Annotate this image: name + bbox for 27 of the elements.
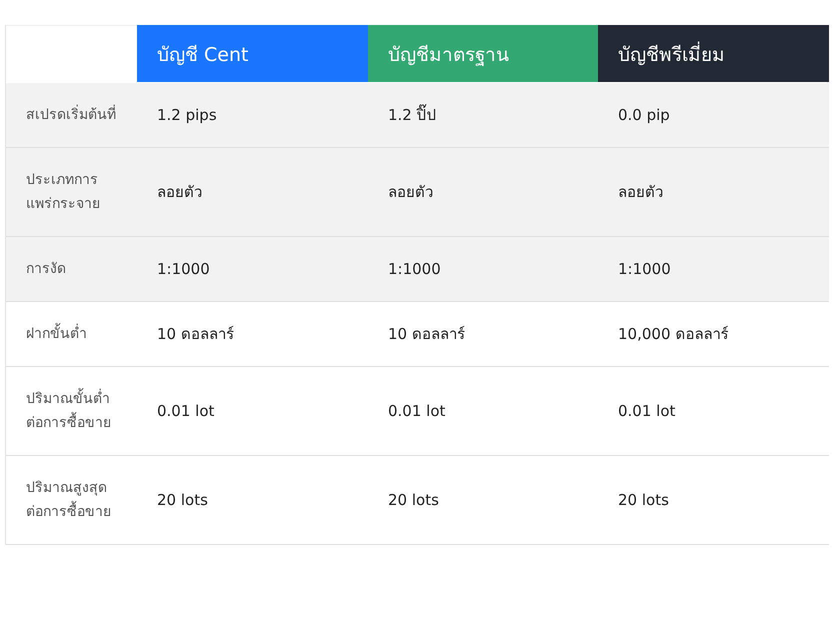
table-cell-text: 20 lots [156, 490, 209, 511]
row-label: ปริมาณสูงสุดต่อการซื้อขาย [25, 479, 112, 522]
column-header: บัญชี Cent [137, 25, 368, 82]
table-cell-text: 20 lots [387, 490, 440, 511]
table-cell-text: 0.01 lot [387, 401, 446, 422]
table-cell-text: 0.01 lot [156, 401, 216, 422]
row-label: ประเภทการแพร่กระจาย [25, 171, 101, 214]
table-cell-text: 0.01 lot [617, 401, 676, 422]
table-cell-text: 1:1000 [387, 259, 442, 280]
row-label: ฝากขั้นต่ำ [6, 302, 137, 366]
row-label: การงัด [25, 260, 67, 279]
row-label: สเปรดเริ่มต้นที่ [6, 83, 137, 147]
table-cell-text: ลอยตัว [387, 182, 434, 203]
table-cell-text: ลอยตัว [156, 182, 203, 203]
table-cell-text: 10 ดอลลาร์ [156, 324, 235, 345]
column-header: บัญชีพรีเมี่ยม [598, 25, 829, 82]
column-header: บัญชีมาตรฐาน [368, 25, 598, 82]
table-cell-text: 1.2 pips [156, 105, 218, 126]
table-cell-text: 1.2 ปิ๊ป [387, 103, 438, 126]
row-label: ปริมาณขั้นต่ำต่อการซื้อขาย [6, 367, 137, 455]
table-cell-text: 0.0 pip [617, 105, 671, 126]
table-cell-text: 1:1000 [617, 259, 672, 280]
table-cell-text: 20 lots [617, 490, 670, 511]
table-cell-text: 10 ดอลลาร์ [387, 324, 466, 345]
table-cell-text: ลอยตัว [617, 182, 664, 203]
table-cell-text: 10,000 ดอลลาร์ [617, 324, 730, 345]
table-cell-text: 1:1000 [156, 259, 211, 280]
